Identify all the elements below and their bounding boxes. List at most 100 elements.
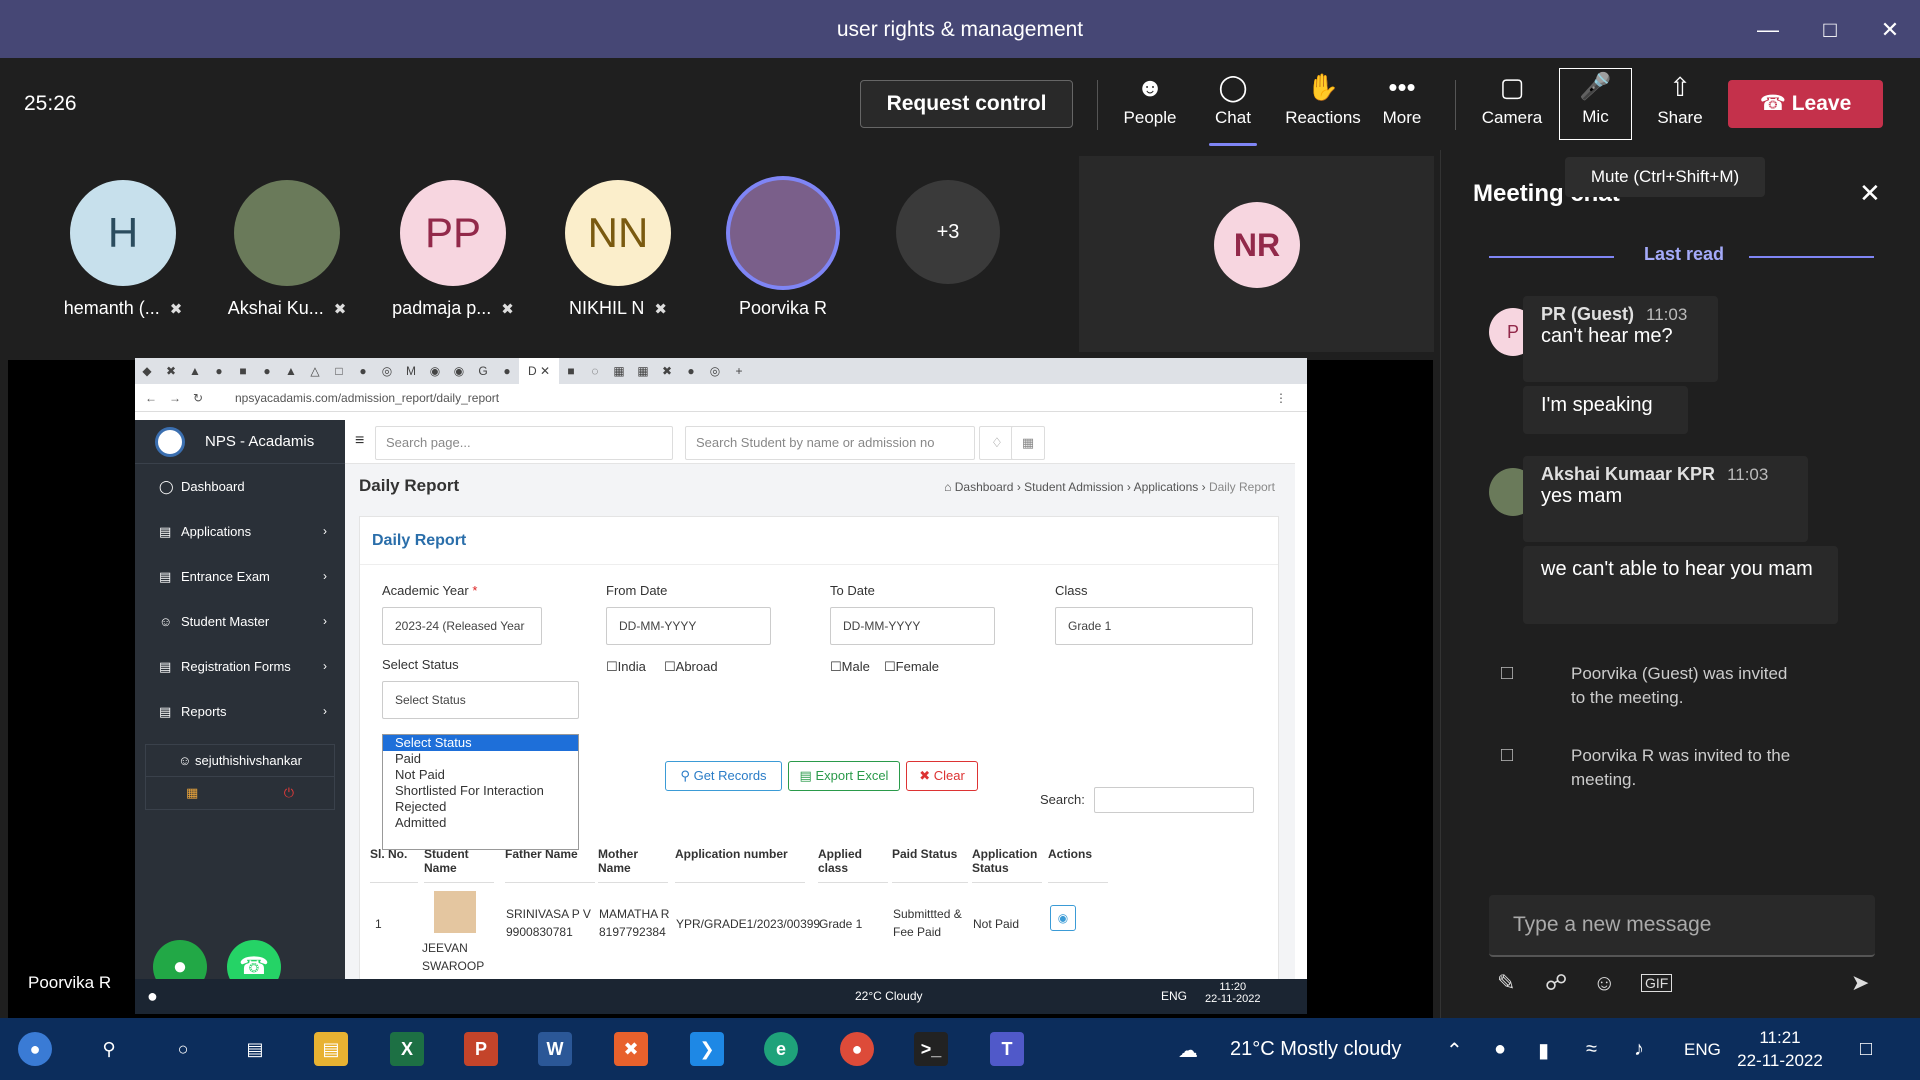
tab-icon[interactable]: ● <box>351 358 375 384</box>
search-icon[interactable]: ⚲ <box>92 1032 126 1066</box>
spotlight-tile[interactable]: NR <box>1079 156 1434 352</box>
tab-icon[interactable]: ● <box>255 358 279 384</box>
tab-icon[interactable]: ◎ <box>375 358 399 384</box>
tab-icon[interactable]: ✖ <box>159 358 183 384</box>
notification-icon[interactable]: □ <box>1860 1038 1872 1061</box>
status-option[interactable]: Not Paid <box>383 767 578 783</box>
column-header[interactable]: Applied class <box>818 827 888 883</box>
people-button[interactable]: ☻ People <box>1110 70 1190 140</box>
excel-icon[interactable]: X <box>390 1032 424 1066</box>
volume-icon[interactable]: ♪ <box>1634 1038 1644 1061</box>
new-tab-button[interactable]: + <box>727 358 751 384</box>
task-view-icon[interactable]: ▤ <box>238 1032 272 1066</box>
sidebar-item-reports[interactable]: ▤ Reports › <box>135 689 345 734</box>
clear-button[interactable]: ✖ Clear <box>906 761 978 791</box>
status-select[interactable]: Select Status <box>382 681 579 719</box>
sidebar-item-applications[interactable]: ▤ Applications › <box>135 509 345 554</box>
share-button[interactable]: ⇧ Share <box>1640 70 1720 140</box>
column-header[interactable]: Application number <box>675 827 805 883</box>
app-brand[interactable]: NPS - Acadamis <box>135 420 345 464</box>
eye-icon[interactable]: ◉ <box>1050 905 1076 931</box>
tab-icon[interactable]: ● <box>207 358 231 384</box>
tab-icon[interactable]: ◉ <box>423 358 447 384</box>
tab-icon[interactable]: ● <box>679 358 703 384</box>
status-option[interactable]: Select Status <box>383 735 578 751</box>
maximize-icon[interactable]: □ <box>1814 14 1846 46</box>
india-checkbox[interactable]: ☐India <box>606 659 646 675</box>
participant-tile[interactable]: PP padmaja p... ✖ <box>378 180 528 319</box>
send-icon[interactable]: ➤ <box>1851 970 1869 996</box>
gif-icon[interactable]: GIF <box>1641 974 1673 992</box>
mic-tray-icon[interactable]: ● <box>1494 1038 1506 1061</box>
powerpoint-icon[interactable]: P <box>464 1032 498 1066</box>
tab-icon[interactable]: ● <box>495 358 519 384</box>
tab-icon[interactable]: ▲ <box>183 358 207 384</box>
attach-icon[interactable]: ☍ <box>1545 970 1567 996</box>
from-date-input[interactable]: DD-MM-YYYY <box>606 607 771 645</box>
tab-icon[interactable]: ■ <box>231 358 255 384</box>
participant-tile[interactable]: Poorvika R <box>708 180 858 319</box>
overflow-participants[interactable]: +3 <box>873 180 1023 284</box>
tab-icon[interactable]: ◆ <box>135 358 159 384</box>
column-header[interactable]: Actions <box>1048 827 1108 883</box>
reload-icon[interactable]: ↻ <box>193 384 203 412</box>
leave-button[interactable]: ☎ Leave <box>1728 80 1883 128</box>
edge-icon[interactable]: e <box>764 1032 798 1066</box>
xampp-icon[interactable]: ✖ <box>614 1032 648 1066</box>
tab-icon[interactable]: G <box>471 358 495 384</box>
status-option[interactable]: Admitted <box>383 815 578 831</box>
wifi-icon[interactable]: ≈ <box>1586 1038 1597 1061</box>
chat-message[interactable]: PR (Guest) 11:03 can't hear me? <box>1523 296 1718 382</box>
close-icon[interactable]: ✕ <box>1874 14 1906 46</box>
tab-icon[interactable]: ◎ <box>703 358 727 384</box>
message-input[interactable]: Type a new message <box>1489 895 1875 957</box>
get-records-button[interactable]: ⚲ Get Records <box>665 761 782 791</box>
menu-icon[interactable]: ≡ <box>355 432 364 450</box>
column-header[interactable]: Mother Name <box>598 827 668 883</box>
forward-icon[interactable]: → <box>169 384 181 412</box>
participant-tile[interactable]: H hemanth (... ✖ <box>48 180 198 319</box>
power-icon[interactable]: ⏻ <box>284 777 294 809</box>
status-option[interactable]: Rejected <box>383 799 578 815</box>
participant-tile[interactable]: Akshai Ku... ✖ <box>212 180 362 319</box>
battery-icon[interactable]: ▮ <box>1538 1038 1549 1063</box>
sidebar-item-registration-forms[interactable]: ▤ Registration Forms › <box>135 644 345 689</box>
terminal-icon[interactable]: >_ <box>914 1032 948 1066</box>
word-icon[interactable]: W <box>538 1032 572 1066</box>
tab-icon[interactable]: ■ <box>559 358 583 384</box>
tab-icon[interactable]: M <box>399 358 423 384</box>
close-chat-icon[interactable]: ✕ <box>1859 178 1881 209</box>
chevron-up-icon[interactable]: ⌃ <box>1446 1038 1463 1063</box>
bell-icon[interactable]: ♢ <box>979 426 1015 460</box>
teams-icon[interactable]: T <box>990 1032 1024 1066</box>
grid-icon[interactable]: ▦ <box>1011 426 1045 460</box>
file-explorer-icon[interactable]: ▤ <box>314 1032 348 1066</box>
taskbar-clock[interactable]: 11:21 22-11-2022 <box>1730 1026 1830 1072</box>
class-select[interactable]: Grade 1 <box>1055 607 1253 645</box>
sidebar-item-dashboard[interactable]: ◯ Dashboard <box>135 464 345 509</box>
chat-message[interactable]: I'm speaking <box>1523 386 1688 434</box>
tab-icon[interactable]: ▦ <box>631 358 655 384</box>
emoji-icon[interactable]: ☺ <box>1593 970 1615 996</box>
status-option[interactable]: Paid <box>383 751 578 767</box>
academic-year-select[interactable]: 2023-24 (Released Year <box>382 607 542 645</box>
column-header[interactable]: Paid Status <box>892 827 968 883</box>
vscode-icon[interactable]: ❯ <box>690 1032 724 1066</box>
back-icon[interactable]: ← <box>145 384 157 412</box>
format-icon[interactable]: ✎ <box>1497 970 1515 996</box>
active-tab[interactable]: D ✕ <box>519 358 559 384</box>
url-field[interactable]: npsyacadamis.com/admission_report/daily_… <box>235 384 499 412</box>
male-checkbox[interactable]: ☐Male <box>830 659 870 675</box>
breadcrumb-item[interactable]: Applications <box>1134 480 1199 494</box>
mic-button[interactable]: 🎤 Mic <box>1559 68 1632 140</box>
calendar-icon[interactable]: ▦ <box>186 777 198 809</box>
sidebar-item-student-master[interactable]: ☺ Student Master › <box>135 599 345 644</box>
status-option[interactable]: Shortlisted For Interaction <box>383 783 578 799</box>
breadcrumb-item[interactable]: Student Admission <box>1024 480 1123 494</box>
camera-button[interactable]: ▢ Camera <box>1472 70 1552 140</box>
search-page-input[interactable]: Search page... <box>375 426 673 460</box>
tab-icon[interactable]: ▲ <box>279 358 303 384</box>
start-icon[interactable]: ● <box>18 1032 52 1066</box>
request-control-button[interactable]: Request control <box>860 80 1073 128</box>
chrome-icon[interactable]: ● <box>840 1032 874 1066</box>
